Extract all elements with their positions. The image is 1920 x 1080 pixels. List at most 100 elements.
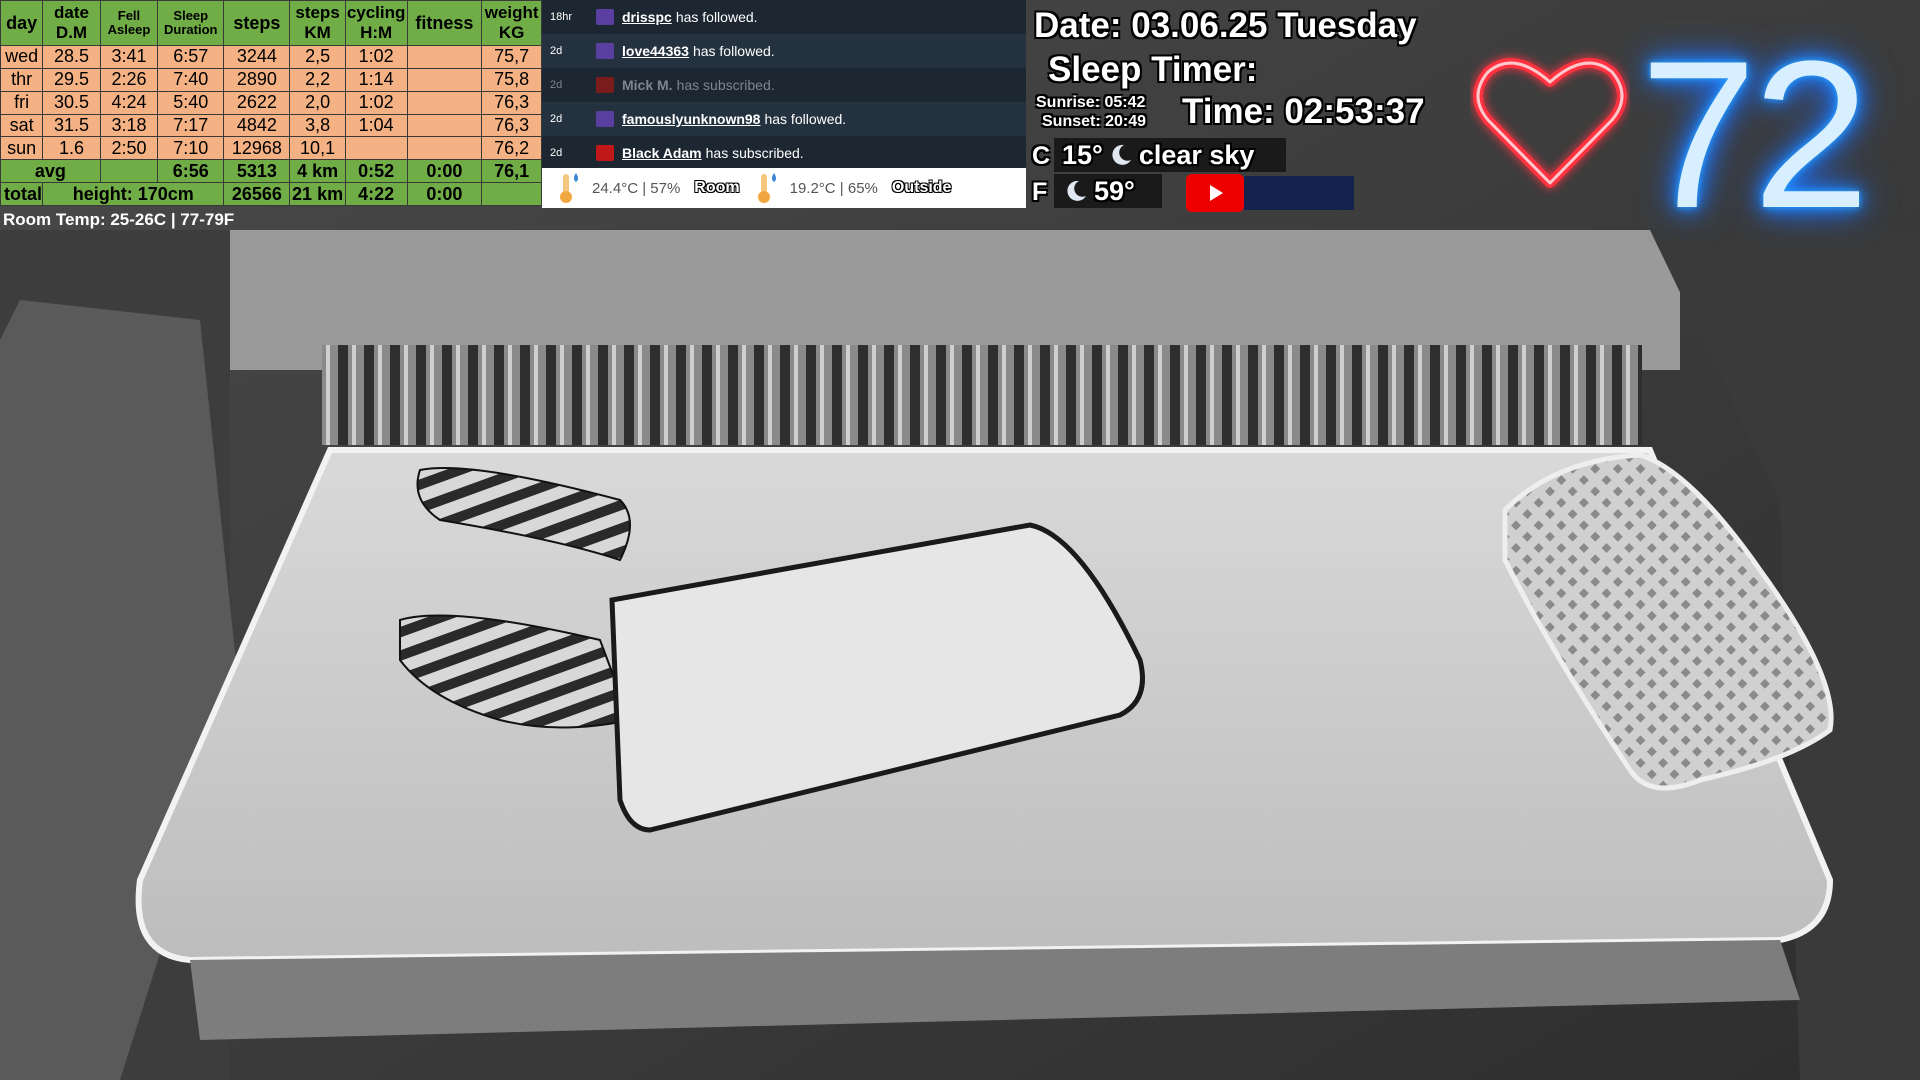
cell-day: sat <box>0 113 44 138</box>
cell-avg-fitness: 0:00 <box>406 159 483 184</box>
cell-total-km: 21 km <box>289 182 346 206</box>
feed-item: 2d Mick M. has subscribed. <box>542 68 1026 102</box>
cell-day: wed <box>0 45 44 69</box>
cell-avg-km: 4 km <box>289 159 346 184</box>
cell-fitness <box>406 136 483 161</box>
cell-date: 28.5 <box>42 45 101 69</box>
cell-total-fitness: 0:00 <box>406 182 483 206</box>
sleep-timer: Sleep Timer: <box>1048 50 1258 89</box>
feed-action: has followed. <box>675 9 758 25</box>
cell-steps: 4842 <box>223 113 291 138</box>
cell-cycling <box>344 136 408 161</box>
header-sleep-duration: Sleep Duration <box>157 0 225 46</box>
celsius-temp: 15° <box>1062 139 1103 170</box>
cell-km: 10,1 <box>289 136 346 161</box>
cell-weight: 75,7 <box>481 45 542 69</box>
clock-display: Time: 02:53:37 <box>1182 92 1425 131</box>
cell-cycling: 1:04 <box>344 113 408 138</box>
stats-row-sat: sat 31.5 3:18 7:17 4842 3,8 1:04 76,3 <box>0 113 542 138</box>
feed-time: 2d <box>550 45 563 57</box>
fahrenheit-label: F <box>1032 178 1048 206</box>
alert-feed: 18hr drisspc has followed. 2d love44363 … <box>542 0 1026 170</box>
cell-fitness <box>406 45 483 69</box>
cell-weight: 76,3 <box>481 113 542 138</box>
cell-total-cycling: 4:22 <box>344 182 408 206</box>
header-weight: weight KG <box>481 0 542 46</box>
feed-username[interactable]: love44363 <box>622 43 689 59</box>
moon-icon <box>1067 180 1086 201</box>
cell-date: 29.5 <box>42 67 101 92</box>
thermometer-icon <box>560 173 578 203</box>
thermometer-icon <box>757 173 776 203</box>
header-date: date D.M <box>42 0 101 46</box>
header-steps: steps <box>223 0 291 46</box>
feed-action: has subscribed. <box>705 145 804 161</box>
fahrenheit-temp: 59° <box>1094 175 1135 206</box>
header-cycling: cycling H:M <box>344 0 408 46</box>
temperature-strip: 24.4°C | 57% Room 19.2°C | 65% Outside <box>542 168 1026 208</box>
cell-sleep-duration: 6:57 <box>157 45 225 69</box>
youtube-status-bar <box>1244 176 1354 210</box>
subscribe-badge-icon <box>596 77 614 93</box>
cell-km: 2,5 <box>289 45 346 69</box>
cell-cycling: 1:14 <box>344 67 408 92</box>
feed-time: 2d <box>550 147 563 159</box>
cell-day: thr <box>0 67 44 92</box>
feed-time: 2d <box>550 113 563 125</box>
stats-header-row: day date D.M Fell Asleep Sleep Duration ste… <box>0 0 542 46</box>
cell-avg-steps: 5313 <box>223 159 291 184</box>
feed-username[interactable]: famouslyunknown98 <box>622 111 760 127</box>
cell-steps: 12968 <box>223 136 291 161</box>
header-fell-asleep: Fell Asleep <box>99 0 159 46</box>
cell-steps: 3244 <box>223 45 291 69</box>
weather-fahrenheit: 59° <box>1054 174 1162 208</box>
cell-total-label: total <box>0 182 44 206</box>
youtube-icon <box>1210 185 1223 201</box>
feed-action: has followed. <box>692 43 775 59</box>
cell-km: 3,8 <box>289 113 346 138</box>
stats-row-sun: sun 1.6 2:50 7:10 12968 10,1 76,2 <box>0 136 542 161</box>
cell-sleep-duration: 7:40 <box>157 67 225 92</box>
heart-rate-value: 72 <box>1640 17 1870 252</box>
date-display: Date: 03.06.25 Tuesday <box>1034 6 1417 45</box>
cell-avg-cycling: 0:52 <box>344 159 408 184</box>
feed-item: 2d famouslyunknown98 has followed. <box>542 102 1026 136</box>
room-label: Room <box>694 179 740 196</box>
cell-cycling: 1:02 <box>344 45 408 69</box>
cell-total-steps: 26566 <box>223 182 291 206</box>
cell-fell-asleep: 3:41 <box>99 45 159 69</box>
sunset-time: Sunset: 20:49 <box>1042 113 1147 130</box>
stats-row-fri: fri 30.5 4:24 5:40 2622 2,0 1:02 76,3 <box>0 90 542 115</box>
feed-time: 18hr <box>550 11 573 23</box>
cell-avg-weight: 76,1 <box>481 159 542 184</box>
stats-row-total: total height: 170cm 26566 21 km 4:22 0:0… <box>0 182 542 206</box>
feed-item: 2d love44363 has followed. <box>542 34 1026 68</box>
feed-username[interactable]: drisspc <box>622 9 672 25</box>
cell-steps: 2622 <box>223 90 291 115</box>
cell-weight: 75,8 <box>481 67 542 92</box>
feed-action: has followed. <box>764 111 847 127</box>
room-temp-label: Room Temp: 25-26C | 77-79F <box>3 210 235 229</box>
room-temp-value: 24.4°C | 57% <box>592 179 681 197</box>
feed-username[interactable]: Black Adam <box>622 145 702 161</box>
weather-celsius: 15° clear sky <box>1054 138 1286 172</box>
feed-time: 2d <box>550 79 563 91</box>
cell-fell-asleep: 2:50 <box>99 136 159 161</box>
subscribe-badge-icon <box>596 145 614 161</box>
follow-badge-icon <box>596 9 614 25</box>
cell-date: 30.5 <box>42 90 101 115</box>
header-fitness: fitness <box>406 0 483 46</box>
cell-avg-sleep-duration: 6:56 <box>157 159 225 184</box>
header-day: day <box>0 0 44 46</box>
cell-sleep-duration: 5:40 <box>157 90 225 115</box>
cell-steps: 2890 <box>223 67 291 92</box>
cell-weight: 76,3 <box>481 90 542 115</box>
cell-day: fri <box>0 90 44 115</box>
outside-temp-value: 19.2°C | 65% <box>789 179 878 197</box>
cell-fell-asleep: 4:24 <box>99 90 159 115</box>
cell-fell-asleep: 2:26 <box>99 67 159 92</box>
cell-total-weight <box>481 182 542 206</box>
feed-username[interactable]: Mick M. <box>622 77 673 93</box>
celsius-label: C <box>1032 142 1051 170</box>
youtube-button[interactable] <box>1186 174 1244 212</box>
